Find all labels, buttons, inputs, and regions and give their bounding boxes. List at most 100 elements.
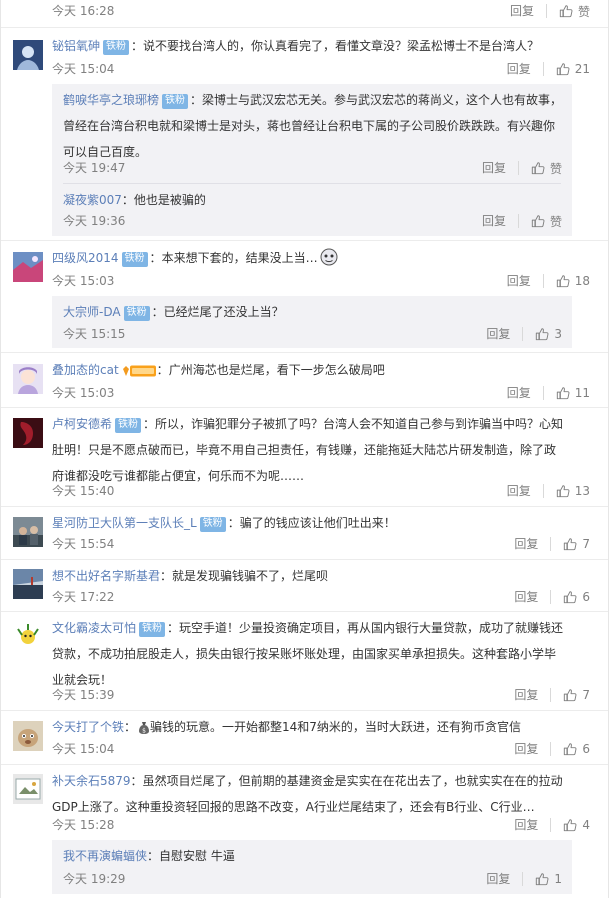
fan-badge[interactable]: 铁粉: [115, 418, 142, 433]
reply-button[interactable]: 回复: [514, 742, 552, 756]
comment-actions: 回复 11: [507, 384, 590, 402]
divider: [1, 559, 608, 560]
thumbs-up-icon: [556, 275, 570, 288]
svg-text:$: $: [142, 728, 146, 735]
reply-button[interactable]: 回复: [486, 327, 524, 341]
fan-badge[interactable]: 铁粉: [103, 40, 130, 55]
user-name[interactable]: 凝夜紫007: [63, 193, 122, 207]
like-button[interactable]: 赞: [531, 160, 562, 177]
comment-text: 骗钱的玩意。一开始都整14和7纳米的，当时大跃进，还有狗币贪官信: [150, 720, 521, 734]
user-name[interactable]: 大宗师-DA: [63, 305, 121, 319]
thumbs-up-icon: [564, 743, 577, 756]
reply-button[interactable]: 回复: [486, 872, 524, 886]
avatar[interactable]: [13, 569, 43, 599]
like-count: 1: [554, 872, 562, 886]
comment-text-line: 叠加态的cat ：广州海芯也是烂尾，看下一步怎么破局吧: [52, 357, 566, 387]
like-button[interactable]: 18: [556, 274, 590, 288]
user-name[interactable]: 鹤唳华亭之琅琊榜: [63, 93, 159, 107]
reply-actions: 回复 1: [486, 870, 562, 888]
user-name[interactable]: 卢柯安德希: [52, 417, 112, 431]
like-button[interactable]: 6: [563, 590, 590, 604]
like-button[interactable]: 11: [556, 386, 590, 400]
user-name[interactable]: 文化霸凌太可怕: [52, 621, 136, 635]
avatar[interactable]: [13, 364, 43, 394]
reply-button[interactable]: 回复: [514, 818, 552, 832]
fan-badge[interactable]: 铁粉: [199, 517, 226, 532]
comment-time: 今天 15:54: [52, 537, 115, 551]
avatar[interactable]: [13, 721, 43, 751]
comment-actions: 回复 6: [514, 588, 590, 606]
divider: [1, 611, 608, 612]
like-button[interactable]: 6: [563, 742, 590, 756]
thumbs-up-icon: [564, 538, 577, 551]
fan-badge[interactable]: 铁粉: [139, 622, 166, 637]
user-name[interactable]: 今天打了个铁: [52, 720, 124, 734]
reply-text-line: 凝夜紫007：他也是被骗的: [63, 193, 206, 207]
reply-button[interactable]: 回复: [507, 274, 544, 288]
like-button[interactable]: 赞: [559, 3, 590, 20]
user-name[interactable]: 叠加态的cat: [52, 363, 119, 377]
reply-button[interactable]: 回复: [514, 688, 552, 702]
like-button[interactable]: 7: [563, 537, 590, 551]
comment-actions: 回复 4: [514, 816, 590, 834]
comment-text: 就是发现骗钱骗不了，烂尾呗: [172, 569, 329, 583]
reply-button[interactable]: 回复: [514, 590, 552, 604]
reply-button[interactable]: 回复: [507, 386, 544, 400]
like-button[interactable]: 13: [556, 484, 590, 498]
comment-text-line: 补天余石5879：虽然项目烂尾了，但前期的基建资金是实实在在花出去了，也就实实在…: [52, 774, 563, 814]
avatar[interactable]: [13, 252, 43, 282]
reply-text-line: 鹤唳华亭之琅琊榜 铁粉 ：梁博士与武汉宏芯无关。参与武汉宏芯的蒋尚义，这个人也有故事…: [63, 93, 563, 159]
comment-text-line: 文化霸凌太可怕 铁粉 ：玩空手道！少量投资确定项目，再从国内银行大量贷款，成功了就赚…: [52, 621, 564, 687]
avatar[interactable]: [13, 621, 43, 651]
like-count: 18: [574, 274, 590, 288]
like-count: 7: [582, 537, 590, 551]
reply-time: 今天 19:36: [63, 214, 126, 228]
user-name[interactable]: 铋铝氧砷: [52, 39, 100, 53]
comment-time: 今天 16:28: [52, 4, 115, 18]
comment-text: 本来想下套的，结果没上当…: [161, 251, 318, 265]
like-button[interactable]: 赞: [531, 213, 562, 230]
comment-actions: 回复 18: [507, 272, 590, 290]
like-button[interactable]: 4: [563, 818, 590, 832]
fan-badge[interactable]: 铁粉: [123, 306, 150, 321]
reply-button[interactable]: 回复: [510, 4, 547, 18]
fan-badge[interactable]: 铁粉: [162, 94, 189, 109]
thumbs-up-icon: [559, 5, 573, 18]
divider: [63, 183, 561, 184]
comment-text: 自慰安慰 牛逼: [159, 849, 235, 863]
avatar[interactable]: [13, 418, 43, 448]
comment-text: 他也是被骗的: [133, 193, 206, 207]
comment-actions: 回复 21: [507, 60, 590, 78]
user-name[interactable]: 补天余石5879: [52, 774, 131, 788]
divider: [1, 240, 608, 241]
user-name[interactable]: 四级风2014: [52, 251, 119, 265]
reply-button[interactable]: 回复: [482, 161, 519, 175]
comment-actions: 回复 7: [514, 535, 590, 553]
reply-button[interactable]: 回复: [507, 62, 544, 76]
user-name[interactable]: 想不出好名字斯基君: [52, 569, 160, 583]
vip-badge-icon: [121, 361, 157, 387]
thumbs-up-icon: [556, 485, 570, 498]
user-name[interactable]: 我不再演蝙蝠侠: [63, 849, 147, 863]
like-button[interactable]: 21: [556, 62, 590, 76]
fan-badge[interactable]: 铁粉: [121, 252, 148, 267]
reply-button[interactable]: 回复: [514, 537, 552, 551]
like-count: 3: [554, 327, 562, 341]
like-button[interactable]: 1: [535, 872, 562, 886]
like-count: 4: [582, 818, 590, 832]
thumbs-up-icon: [536, 873, 549, 886]
reply-button[interactable]: 回复: [507, 484, 544, 498]
comment-time: 今天 15:04: [52, 62, 115, 76]
avatar[interactable]: [13, 40, 43, 70]
avatar[interactable]: [13, 517, 43, 547]
like-button[interactable]: 7: [563, 688, 590, 702]
reply-button[interactable]: 回复: [482, 214, 519, 228]
like-count: 7: [582, 688, 590, 702]
like-button[interactable]: 3: [535, 327, 562, 341]
comment-time: 今天 15:40: [52, 484, 115, 498]
user-name[interactable]: 星河防卫大队第一支队长_L: [52, 516, 197, 530]
comment-text-line: 今天打了个铁： $ 骗钱的玩意。一开始都整14和7纳米的，当时大跃进，还有狗币贪官信: [52, 714, 566, 744]
reply-time: 今天 19:47: [63, 161, 126, 175]
avatar[interactable]: [13, 774, 43, 804]
comment-text: 已经烂尾了还没上当？: [163, 305, 284, 319]
